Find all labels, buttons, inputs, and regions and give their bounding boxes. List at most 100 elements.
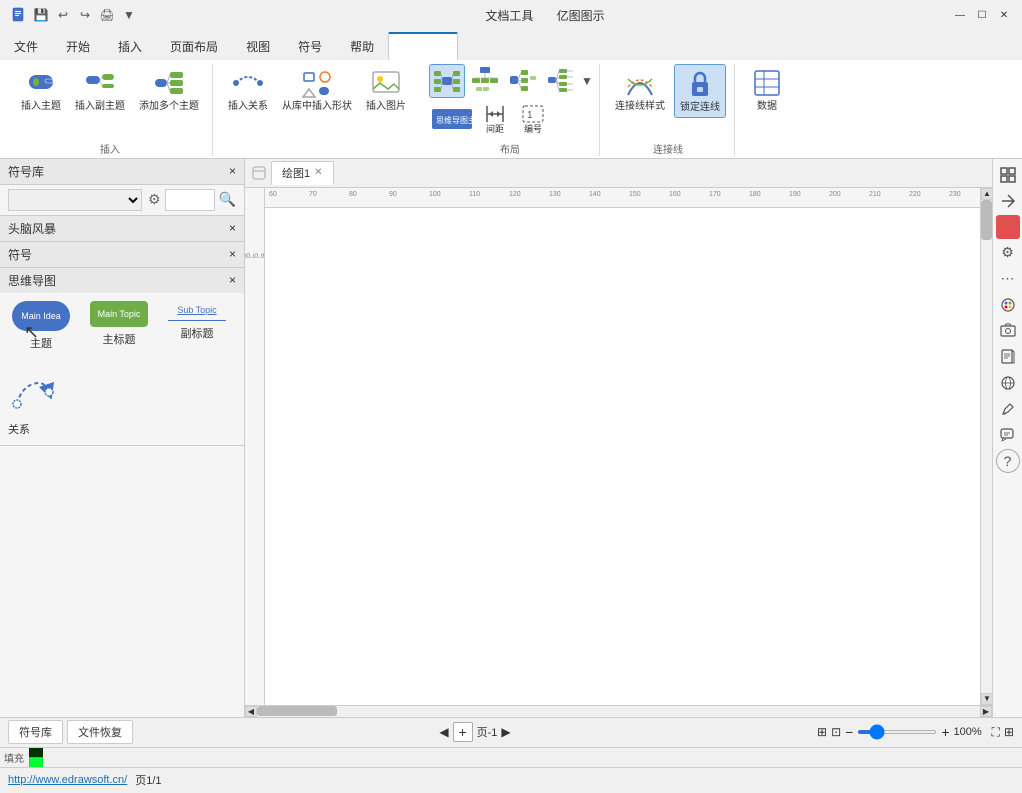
insert-topic-button[interactable]: 插入主题 [16, 64, 66, 116]
sub-topic-shape[interactable]: Sub Topic [168, 301, 226, 321]
right-btn-edit[interactable] [996, 397, 1020, 421]
right-btn-palette[interactable] [996, 293, 1020, 317]
h-scroll-thumb[interactable] [257, 706, 337, 716]
mindmap-section-close[interactable]: × [229, 273, 236, 287]
connector-style-button[interactable]: 连接线样式 [610, 64, 670, 116]
scroll-right-btn[interactable]: ▶ [980, 706, 992, 717]
zoom-out-btn[interactable]: − [845, 724, 853, 740]
prev-page-btn[interactable]: ◀ [439, 725, 448, 739]
ruler-horizontal: 60 70 80 90 100 110 120 130 140 150 160 … [265, 188, 980, 208]
symbol-category-dropdown[interactable] [8, 189, 142, 211]
next-page-btn[interactable]: ▶ [501, 725, 510, 739]
symbol-section-close[interactable]: × [229, 247, 236, 261]
mindmap-section-content: Main Idea ↖ 主题 Main Topic 主标题 Sub Top [0, 293, 244, 359]
relation-item[interactable]: 关系 [8, 367, 236, 437]
symbol-library-tab[interactable]: 符号库 [8, 720, 63, 744]
insert-shape-button[interactable]: 从库中插入形状 [277, 64, 357, 116]
main-topic-shape[interactable]: Main Topic [90, 301, 148, 327]
tab-mindmap[interactable]: 思维导图 [388, 32, 458, 60]
scroll-up-btn[interactable]: ▲ [981, 188, 992, 200]
left-panel-close-btn[interactable]: × [229, 164, 236, 178]
zoom-actual-icon[interactable]: ⊞ [1004, 725, 1014, 739]
undo-icon[interactable]: ↩ [54, 6, 72, 24]
main-idea-shape[interactable]: Main Idea [12, 301, 70, 331]
layout-tree-btn[interactable] [467, 64, 503, 98]
svg-text:思维导图主题: 思维导图主题 [436, 115, 472, 125]
symbol-library-label: 符号库 [8, 163, 44, 180]
spacing-btn[interactable]: 间距 [477, 102, 513, 137]
insert-subtopic-button[interactable]: 插入副主题 [70, 64, 130, 116]
data-button[interactable]: 数据 [745, 64, 789, 116]
add-page-btn[interactable]: + [453, 722, 473, 742]
tab-help[interactable]: 帮助 [336, 32, 388, 60]
page-label: 页-1 [477, 724, 498, 740]
zoom-slider[interactable] [857, 730, 937, 734]
color-swatch[interactable] [29, 757, 43, 767]
scroll-left-btn[interactable]: ◀ [245, 706, 257, 717]
symbol-search-icon[interactable]: 🔍 [219, 191, 236, 208]
add-multi-topic-button[interactable]: 添加多个主题 [134, 64, 204, 116]
scroll-thumb[interactable] [981, 200, 992, 240]
file-icon[interactable] [10, 6, 28, 24]
insert-image-button[interactable]: 插入图片 [361, 64, 411, 116]
relation-shape[interactable] [8, 367, 58, 417]
tab-file[interactable]: 文件 [0, 32, 52, 60]
tab-insert[interactable]: 插入 [104, 32, 156, 60]
zoom-full-icon[interactable]: ⛶ [992, 725, 1000, 740]
color-swatch[interactable] [29, 747, 43, 758]
layout-fishbone-btn[interactable] [543, 64, 579, 98]
right-btn-globe[interactable] [996, 371, 1020, 395]
right-btn-share[interactable] [996, 189, 1020, 213]
zoom-controls: ⊞ ⊡ − + 100% ⛶ ⊞ [817, 724, 1014, 740]
right-btn-color[interactable] [996, 215, 1020, 239]
tab-home[interactable]: 开始 [52, 32, 104, 60]
zoom-in-btn[interactable]: + [941, 724, 949, 740]
print-icon[interactable]: 🖨 [98, 6, 116, 24]
fit-page-icon[interactable]: ⊞ [817, 725, 827, 739]
right-btn-chat[interactable] [996, 423, 1020, 447]
save-icon[interactable]: 💾 [32, 6, 50, 24]
svg-text:▼: ▼ [581, 74, 591, 88]
main-idea-item[interactable]: Main Idea ↖ 主题 [8, 301, 74, 351]
lock-connector-button[interactable]: 锁定连线 [674, 64, 726, 118]
main-topic-item[interactable]: Main Topic 主标题 [86, 301, 152, 347]
tab-symbol[interactable]: 符号 [284, 32, 336, 60]
scroll-down-btn[interactable]: ▼ [981, 693, 992, 705]
insert-subtopic-icon [84, 67, 116, 99]
numbering-btn[interactable]: 1 编号 [515, 102, 551, 137]
canvas-drawing-area[interactable] [265, 208, 980, 705]
redo-icon[interactable]: ↪ [76, 6, 94, 24]
add-multi-topic-label: 添加多个主题 [139, 101, 199, 113]
right-btn-grid[interactable] [996, 163, 1020, 187]
canvas-tab-close-btn[interactable]: ✕ [314, 167, 322, 178]
right-btn-more[interactable]: ⋯ [996, 267, 1020, 291]
layout-mindmap-btn[interactable] [429, 64, 465, 98]
tab-view[interactable]: 视图 [232, 32, 284, 60]
right-btn-settings[interactable]: ⚙ [996, 241, 1020, 265]
insert-relation-button[interactable]: 插入关系 [223, 64, 273, 116]
symbol-search-input[interactable] [165, 189, 215, 211]
mindmap-theme-btn[interactable]: 思维导图主题 [429, 107, 475, 131]
zoom-fit-icon[interactable]: ⊡ [831, 725, 841, 739]
close-button[interactable]: ✕ [996, 7, 1012, 23]
scrollbar-horizontal[interactable]: ◀ ▶ [245, 705, 992, 717]
status-link[interactable]: http://www.edrawsoft.cn/ [8, 774, 127, 786]
layout-more-btn[interactable]: ▼ [581, 64, 591, 98]
tab-page-layout[interactable]: 页面布局 [156, 32, 232, 60]
file-recover-tab[interactable]: 文件恢复 [67, 720, 133, 744]
minimize-button[interactable]: — [952, 7, 968, 23]
brainstorm-section-close[interactable]: × [229, 221, 236, 235]
scrollbar-vertical[interactable]: ▲ ▼ [980, 188, 992, 705]
more-quick-icon[interactable]: ▼ [120, 6, 138, 24]
symbol-section-header[interactable]: 符号 × [0, 242, 244, 267]
layout-horizontal-btn[interactable] [505, 64, 541, 98]
mindmap-section-header[interactable]: 思维导图 × [0, 268, 244, 293]
right-btn-help[interactable]: ? [996, 449, 1020, 473]
restore-button[interactable]: ☐ [974, 7, 990, 23]
brainstorm-section-header[interactable]: 头脑风暴 × [0, 216, 244, 241]
canvas-tab-drawing1[interactable]: 绘图1 ✕ [271, 161, 334, 185]
sub-topic-item[interactable]: Sub Topic 副标题 [164, 301, 230, 341]
left-panel-settings-icon[interactable]: ⚙ [148, 191, 161, 208]
right-btn-doc[interactable] [996, 345, 1020, 369]
right-btn-photo[interactable] [996, 319, 1020, 343]
